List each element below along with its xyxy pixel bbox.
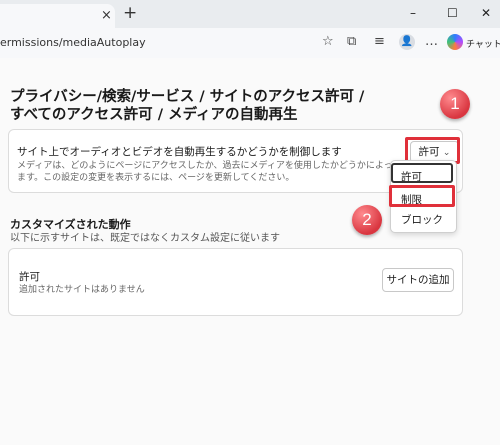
profile-avatar-icon[interactable]: 👤 [399, 34, 415, 50]
collections-icon[interactable]: ≡ [374, 35, 385, 49]
menu-item-allow-focus-ring [391, 163, 453, 183]
autoplay-desc-line-1: メディアは、どのようにページにアクセスしたか、過去にメディアを使用したかどうかに… [17, 161, 429, 171]
add-site-button[interactable]: サイトの追加 [382, 268, 454, 292]
maximize-icon[interactable]: ☐ [447, 6, 458, 20]
url-text[interactable]: ermissions/mediaAutoplay [0, 36, 146, 49]
allow-list-title: 許可 [19, 271, 40, 283]
chat-button-label[interactable]: チャット [466, 37, 500, 50]
custom-behavior-desc: 以下に示すサイトは、既定ではなくカスタム設定に従います [10, 233, 280, 244]
menu-item-block[interactable]: ブロック [401, 212, 443, 227]
minimize-icon[interactable]: – [410, 6, 416, 20]
step-1-badge: 1 [440, 89, 470, 119]
favorite-star-icon[interactable]: ☆ [322, 35, 334, 49]
active-tab[interactable]: × [0, 4, 115, 28]
more-options-icon[interactable]: … [425, 35, 438, 49]
tab-bar: × + – ☐ ✕ [0, 0, 500, 28]
extensions-icon[interactable]: ⧉ [347, 35, 356, 49]
step-2-badge: 2 [352, 205, 382, 235]
page-title: プライバシー/検索/サービス / サイトのアクセス許可 / すべてのアクセス許可… [10, 88, 364, 124]
autoplay-setting-title: サイト上でオーディオとビデオを自動再生するかどうかを制御します [17, 146, 342, 158]
copilot-icon[interactable] [447, 34, 463, 50]
address-bar: ermissions/mediaAutoplay ☆ ⧉ ≡ 👤 … チャット [0, 28, 500, 59]
autoplay-desc-line-2: ます。この設定の変更を表示するには、ページを更新してください。 [17, 173, 295, 183]
allow-list-empty-text: 追加されたサイトはありません [19, 285, 145, 295]
breadcrumb-line-2: すべてのアクセス許可 / メディアの自動再生 [10, 107, 298, 123]
menu-item-limit-highlight-box [389, 185, 455, 207]
tab-close-icon[interactable]: × [101, 9, 112, 22]
close-window-icon[interactable]: ✕ [481, 6, 491, 20]
breadcrumb-line-1: プライバシー/検索/サービス / サイトのアクセス許可 / [10, 89, 365, 105]
new-tab-icon[interactable]: + [123, 5, 137, 22]
